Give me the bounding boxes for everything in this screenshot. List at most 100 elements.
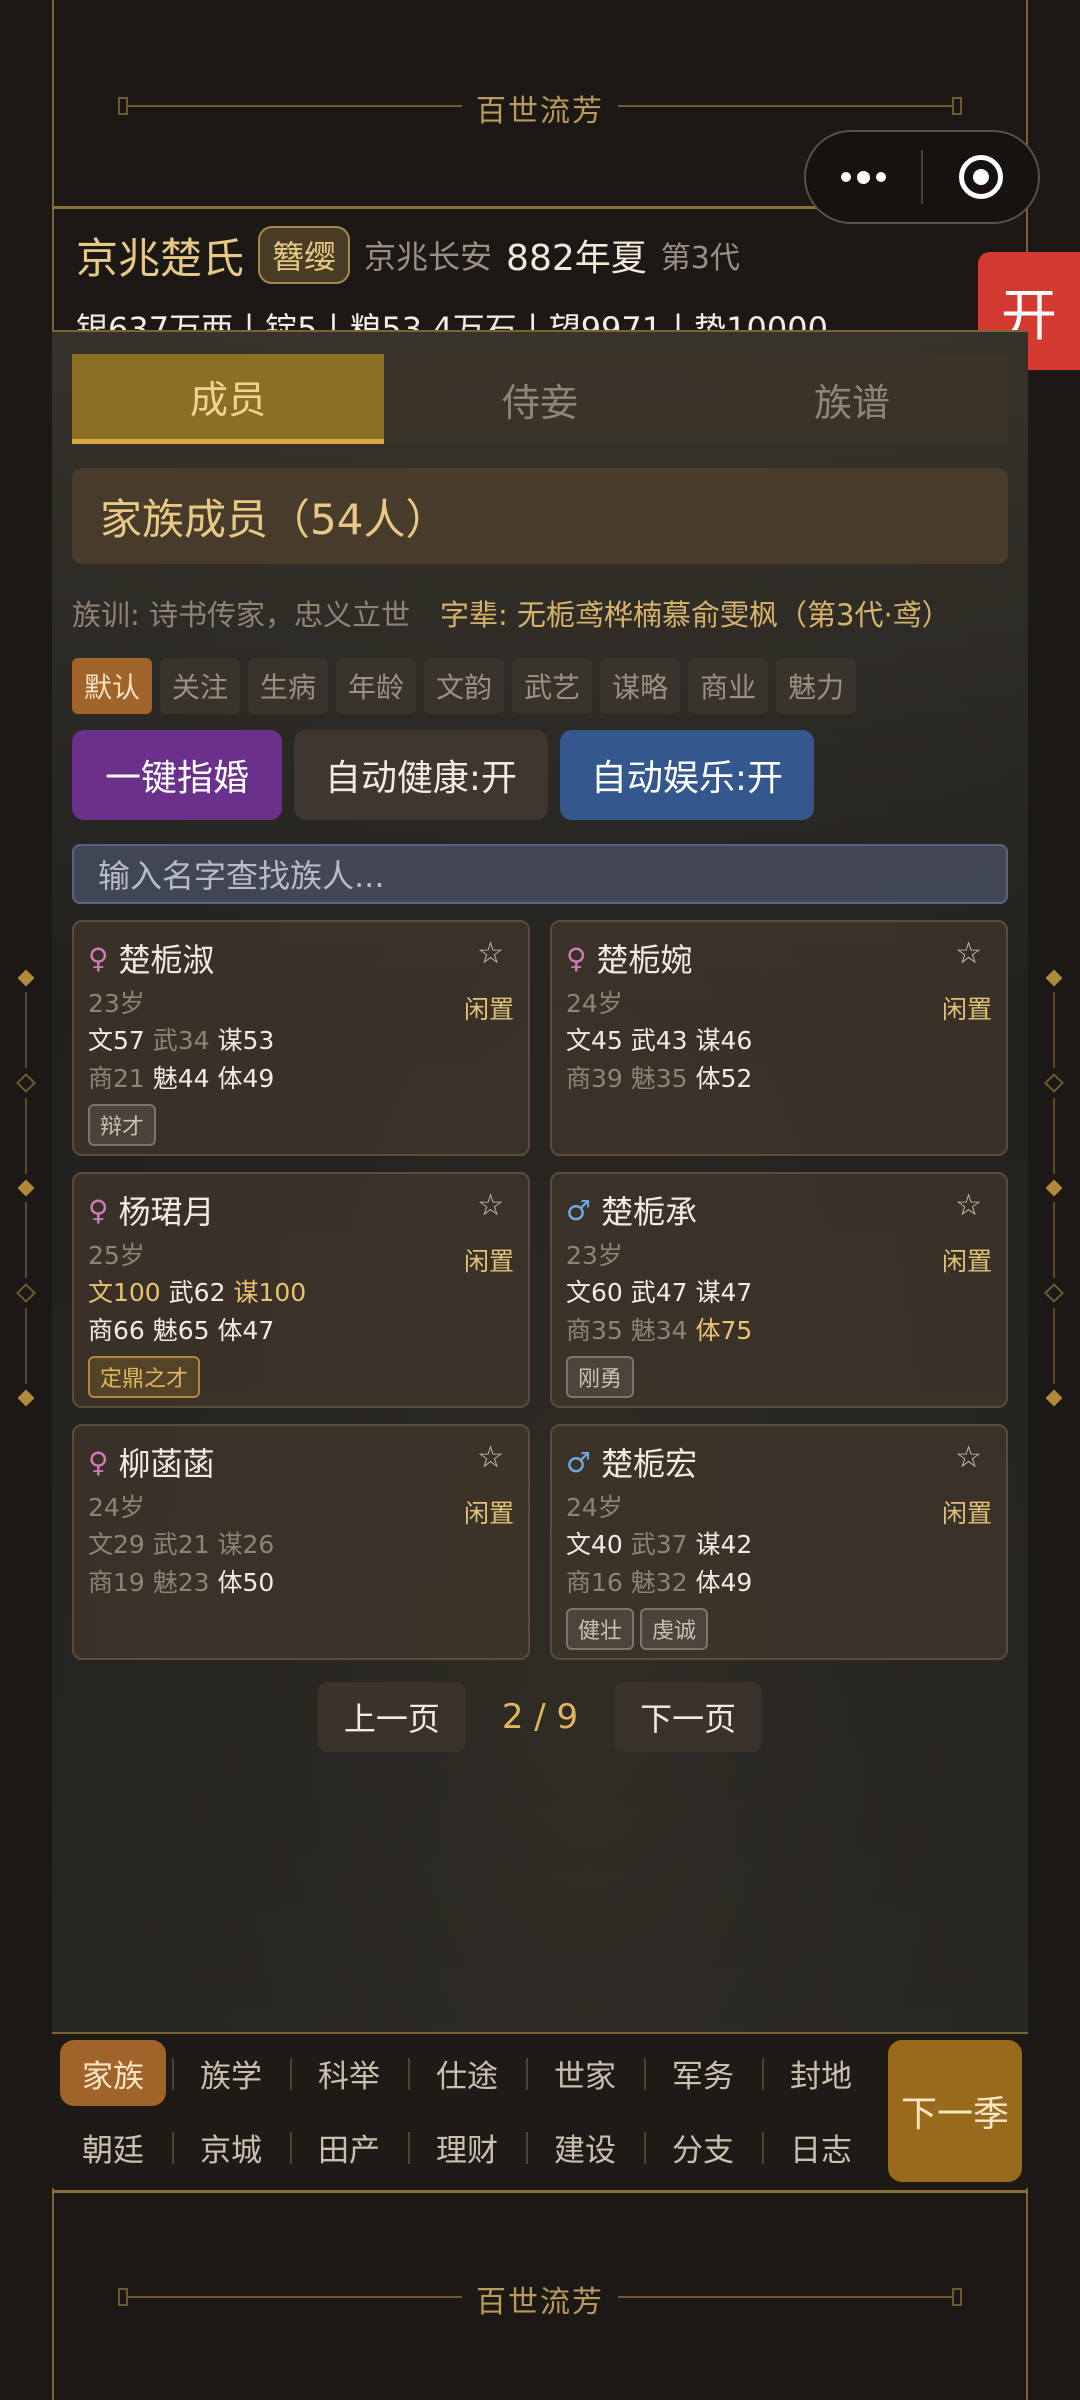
filter-literary[interactable]: 文韵	[424, 658, 505, 714]
member-name: 楚栀婉	[596, 941, 693, 979]
more-menu-button[interactable]	[806, 170, 921, 184]
member-card[interactable]: ♀ 楚栀淑 ☆ 23岁 闲置 文57 武34 谋53 商21 魅44 体49 辩才	[72, 920, 530, 1156]
prev-page-button[interactable]: 上一页	[317, 1682, 466, 1752]
stats-line-1: 文60 武47 谋47	[566, 1278, 753, 1307]
nav-estates[interactable]: 田产	[290, 2114, 402, 2180]
nav-finance[interactable]: 理财	[408, 2114, 520, 2180]
filter-charm[interactable]: 魅力	[776, 658, 857, 714]
miniprogram-capsule	[804, 130, 1040, 224]
bottom-banner: 百世流芳	[52, 2190, 1028, 2400]
member-name: 楚栀宏	[601, 1445, 698, 1483]
nav-noble-families[interactable]: 世家	[526, 2040, 638, 2106]
auto-marry-button[interactable]: 一键指婚	[72, 730, 282, 820]
nav-clan-school[interactable]: 族学	[172, 2040, 284, 2106]
member-age: 23岁	[566, 1241, 623, 1270]
stats-line-1: 文29 武21 谋26	[88, 1530, 275, 1559]
main-panel: 成员 侍妾 族谱 家族成员（54人） 族训: 诗书传家，忠义立世 字辈: 无栀鸢桦…	[52, 330, 1028, 2032]
female-icon: ♀	[566, 941, 587, 975]
clan-name: 京兆楚氏	[76, 233, 245, 283]
member-status: 闲置	[463, 995, 514, 1024]
filter-default[interactable]: 默认	[72, 658, 153, 714]
filter-chips: 默认 关注 生病 年龄 文韵 武艺 谋略 商业 魅力	[72, 658, 857, 714]
right-ornament	[1044, 969, 1064, 1407]
member-name: 柳菡菡	[118, 1445, 215, 1483]
nav-construction[interactable]: 建设	[526, 2114, 638, 2180]
nav-military[interactable]: 军务	[644, 2040, 756, 2106]
stats-line-2: 商39 魅35 体52	[566, 1064, 753, 1093]
member-card[interactable]: ♂ 楚栀宏 ☆ 24岁 闲置 文40 武37 谋42 商16 魅32 体49 健壮…	[550, 1424, 1008, 1660]
nav-branches[interactable]: 分支	[644, 2114, 756, 2180]
tab-genealogy[interactable]: 族谱	[696, 354, 1008, 444]
male-icon: ♂	[566, 1193, 592, 1227]
tab-concubines[interactable]: 侍妾	[384, 354, 696, 444]
bottom-nav: 家族 族学 科举 仕途 世家 军务 封地 朝廷 京城 田产 理财 建设 分支 日…	[52, 2032, 1028, 2188]
stats-line-1: 文40 武37 谋42	[566, 1530, 753, 1559]
pagination: 上一页 2 / 9 下一页	[52, 1682, 1028, 1752]
member-card[interactable]: ♀ 杨珺月 ☆ 25岁 闲置 文100 武62 谋100 商66 魅65 体47 …	[72, 1172, 530, 1408]
member-card[interactable]: ♀ 柳菡菡 ☆ 24岁 闲置 文29 武21 谋26 商19 魅23 体50	[72, 1424, 530, 1660]
banner-title: 百世流芳	[52, 2277, 1028, 2321]
stats-line-2: 商21 魅44 体49	[88, 1064, 275, 1093]
trait-badge: 辩才	[88, 1104, 157, 1146]
game-date: 882年夏	[506, 238, 647, 279]
nav-career[interactable]: 仕途	[408, 2040, 520, 2106]
star-icon[interactable]: ☆	[477, 1188, 504, 1223]
filter-martial[interactable]: 武艺	[512, 658, 593, 714]
member-status: 闲置	[463, 1499, 514, 1528]
member-status: 闲置	[463, 1247, 514, 1276]
close-miniprogram-button[interactable]	[923, 155, 1038, 199]
member-card[interactable]: ♂ 楚栀承 ☆ 23岁 闲置 文60 武47 谋47 商35 魅34 体75 刚勇	[550, 1172, 1008, 1408]
stats-line-1: 文45 武43 谋46	[566, 1026, 753, 1055]
clan-generation: 第3代	[660, 241, 740, 276]
star-icon[interactable]: ☆	[955, 936, 982, 971]
more-dots-icon	[841, 170, 886, 184]
filter-sick[interactable]: 生病	[248, 658, 329, 714]
trait-badge: 健壮	[566, 1608, 635, 1650]
stats-line-2: 商35 魅34 体75	[566, 1316, 753, 1345]
next-page-button[interactable]: 下一页	[614, 1682, 763, 1752]
member-status: 闲置	[941, 1499, 992, 1528]
filter-age[interactable]: 年龄	[336, 658, 417, 714]
stats-line-1: 文57 武34 谋53	[88, 1026, 275, 1055]
female-icon: ♀	[88, 1193, 109, 1227]
nav-court[interactable]: 朝廷	[60, 2114, 166, 2180]
clan-motto: 族训: 诗书传家，忠义立世	[72, 598, 410, 632]
member-tabs: 成员 侍妾 族谱	[72, 354, 1008, 444]
star-icon[interactable]: ☆	[955, 1440, 982, 1475]
banner-title: 百世流芳	[52, 86, 1028, 130]
filter-commerce[interactable]: 商业	[688, 658, 769, 714]
members-heading: 家族成员（54人）	[72, 468, 1008, 564]
filter-strategy[interactable]: 谋略	[600, 658, 681, 714]
stats-line-1: 文100 武62 谋100	[88, 1278, 307, 1307]
star-icon[interactable]: ☆	[477, 1440, 504, 1475]
member-search-input[interactable]: 输入名字查找族人...	[72, 844, 1008, 904]
filter-followed[interactable]: 关注	[160, 658, 241, 714]
star-icon[interactable]: ☆	[477, 936, 504, 971]
left-ornament	[16, 969, 36, 1407]
page-indicator: 2 / 9	[501, 1697, 579, 1737]
tab-members[interactable]: 成员	[72, 354, 384, 444]
member-age: 23岁	[88, 989, 145, 1018]
member-name: 杨珺月	[118, 1193, 215, 1231]
auto-fun-toggle[interactable]: 自动娱乐:开	[560, 730, 814, 820]
motto-row: 族训: 诗书传家，忠义立世 字辈: 无栀鸢桦楠慕俞雯枫（第3代·鸢）	[72, 592, 1018, 634]
star-icon[interactable]: ☆	[955, 1188, 982, 1223]
target-circle-icon	[958, 155, 1003, 199]
auto-health-toggle[interactable]: 自动健康:开	[294, 730, 548, 820]
member-card[interactable]: ♀ 楚栀婉 ☆ 24岁 闲置 文45 武43 谋46 商39 魅35 体52	[550, 920, 1008, 1156]
nav-imperial-exam[interactable]: 科举	[290, 2040, 402, 2106]
member-name: 楚栀淑	[118, 941, 215, 979]
member-status: 闲置	[941, 995, 992, 1024]
member-age: 24岁	[566, 989, 623, 1018]
nav-fief[interactable]: 封地	[762, 2040, 874, 2106]
nav-capital[interactable]: 京城	[172, 2114, 284, 2180]
action-buttons: 一键指婚 自动健康:开 自动娱乐:开	[72, 730, 814, 820]
stats-line-2: 商66 魅65 体47	[88, 1316, 275, 1345]
next-season-button[interactable]: 下一季	[888, 2040, 1022, 2182]
nav-clan[interactable]: 家族	[60, 2040, 166, 2106]
member-age: 25岁	[88, 1241, 145, 1270]
trait-badge: 定鼎之才	[88, 1356, 201, 1398]
nav-log[interactable]: 日志	[762, 2114, 874, 2180]
member-age: 24岁	[88, 1493, 145, 1522]
clan-location: 京兆长安	[364, 238, 493, 276]
